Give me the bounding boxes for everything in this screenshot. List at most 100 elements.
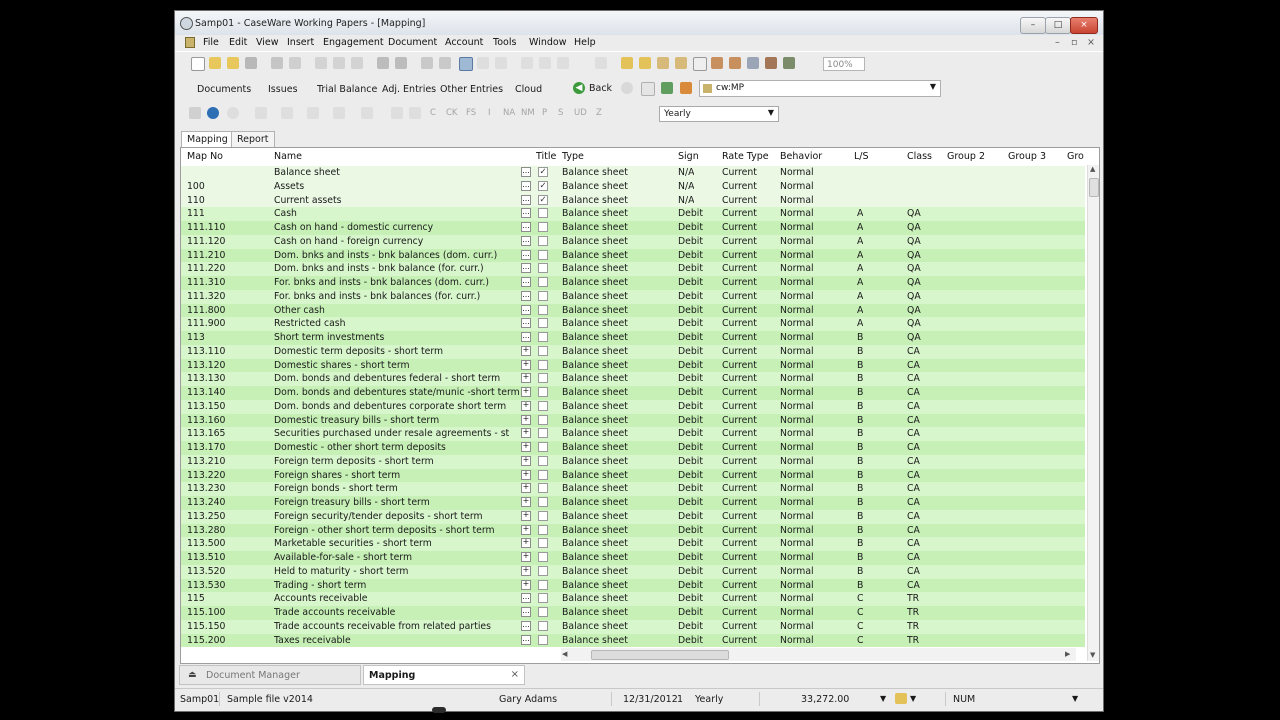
title-checkbox[interactable]: ✓	[538, 167, 548, 177]
column-group-3[interactable]: Group 3	[1008, 151, 1046, 162]
nav-other-entries[interactable]: Other Entries	[440, 84, 503, 95]
table-row[interactable]: 111 Cash Balance sheet Debit Current Normal A Q…	[181, 207, 1085, 221]
document-manager-tab[interactable]: ⏏ Document Manager	[179, 665, 361, 685]
chart-filter-icon[interactable]	[307, 107, 319, 119]
scroll-left-icon[interactable]: ◀	[562, 650, 567, 658]
tickmark-ud[interactable]: UD	[574, 108, 587, 118]
forward-icon[interactable]	[621, 82, 633, 94]
title-checkbox[interactable]	[538, 428, 548, 439]
column-behavior[interactable]: Behavior	[780, 151, 822, 162]
cut-icon[interactable]	[315, 57, 327, 69]
table-row[interactable]: 111.120 Cash on hand - foreign currency Ba…	[181, 234, 1085, 249]
home-icon[interactable]	[680, 82, 692, 94]
column-group-4[interactable]: Gro	[1067, 151, 1084, 162]
ellipsis-button[interactable]: ...	[521, 249, 531, 260]
expand-plus-icon[interactable]: +	[521, 455, 531, 466]
title-checkbox[interactable]	[538, 373, 548, 384]
funnel-icon[interactable]	[255, 107, 267, 119]
note-icon[interactable]	[693, 57, 707, 71]
folder-dropdown-icon[interactable]: ▼	[910, 694, 916, 703]
review-icon[interactable]	[675, 57, 687, 69]
table-filter-icon[interactable]	[281, 107, 293, 119]
table-row[interactable]: 110 Current assets Balance sheet N/A Current…	[181, 193, 1085, 208]
menu-account[interactable]: Account	[445, 37, 483, 48]
title-checkbox[interactable]	[538, 414, 548, 425]
expand-plus-icon[interactable]: +	[521, 400, 531, 411]
copy-icon[interactable]	[333, 57, 345, 69]
grid-icon[interactable]	[765, 57, 777, 69]
new-file-icon[interactable]	[191, 57, 205, 71]
table-row[interactable]: 113.210 Foreign term deposits - short ter…	[181, 454, 1085, 469]
table-row[interactable]: 113 Short term investments Balance sheet De…	[181, 331, 1085, 345]
folder-icon[interactable]	[621, 57, 633, 69]
menu-window[interactable]: Window	[529, 37, 566, 48]
table-row[interactable]: 113.110 Domestic term deposits - short te…	[181, 344, 1085, 359]
title-checkbox[interactable]	[538, 510, 548, 521]
entry-filter-icon[interactable]	[409, 107, 421, 119]
column-type[interactable]: Type	[562, 151, 584, 162]
title-checkbox[interactable]	[538, 222, 548, 232]
table-row[interactable]: 115.150 Trade accounts receivable from re…	[181, 619, 1085, 634]
ellipsis-button[interactable]: ...	[521, 304, 531, 315]
inner-restore-button[interactable]: ▫	[1071, 37, 1077, 48]
table-row[interactable]: 111.800 Other cash Balance sheet Debit Curre…	[181, 303, 1085, 318]
print-icon[interactable]	[271, 57, 283, 69]
title-checkbox[interactable]	[538, 607, 548, 617]
vertical-scrollbar[interactable]: ▲ ▼	[1087, 165, 1099, 661]
horizontal-scroll-thumb[interactable]	[591, 650, 729, 660]
title-checkbox[interactable]	[538, 277, 548, 287]
paste-icon[interactable]	[351, 57, 363, 69]
title-checkbox[interactable]: ✓	[538, 194, 548, 205]
open-recent-icon[interactable]	[227, 57, 239, 69]
expand-plus-icon[interactable]: +	[521, 345, 531, 356]
table-row[interactable]: 113.160 Domestic treasury bills - short t…	[181, 413, 1085, 428]
sync-icon[interactable]	[661, 82, 673, 94]
issues-icon[interactable]	[711, 57, 723, 69]
menu-document[interactable]: Document	[388, 37, 437, 48]
ellipsis-button[interactable]: ...	[521, 318, 531, 329]
nav-trial-balance[interactable]: Trial Balance	[317, 84, 377, 95]
title-checkbox[interactable]	[538, 400, 548, 411]
table-row[interactable]: 113.230 Foreign bonds - short term Balance…	[181, 482, 1085, 496]
ellipsis-button[interactable]: ...	[521, 167, 531, 177]
tickmark-na[interactable]: NA	[503, 108, 515, 118]
title-checkbox[interactable]	[538, 442, 548, 452]
tickmark-nm[interactable]: NM	[521, 108, 535, 118]
tickmark-s[interactable]: S	[558, 108, 563, 118]
nav-adj-entries[interactable]: Adj. Entries	[382, 84, 436, 95]
expand-plus-icon[interactable]: +	[521, 579, 531, 590]
inner-minimize-button[interactable]: –	[1055, 37, 1060, 48]
table-row[interactable]: 113.150 Dom. bonds and debentures corpora…	[181, 399, 1085, 414]
expand-plus-icon[interactable]: +	[521, 497, 531, 507]
expand-plus-icon[interactable]: +	[521, 414, 531, 425]
ellipsis-button[interactable]: ...	[521, 290, 531, 301]
link-icon[interactable]	[495, 57, 507, 69]
table-row[interactable]: 113.120 Domestic shares - short term Balan…	[181, 358, 1085, 373]
table-row[interactable]: 113.170 Domestic - other short term depos…	[181, 441, 1085, 455]
pen-filter-icon[interactable]	[391, 107, 403, 119]
tickmark-fs[interactable]: FS	[466, 108, 476, 118]
undo-icon[interactable]	[521, 57, 533, 69]
dropdown-arrow-icon[interactable]: ▼	[768, 108, 774, 117]
refresh-icon[interactable]	[557, 57, 569, 69]
table-row[interactable]: 115 Accounts receivable Balance sheet Debit…	[181, 592, 1085, 606]
close-button[interactable]: ×	[1070, 17, 1098, 34]
scroll-up-icon[interactable]: ▲	[1090, 165, 1095, 173]
ellipsis-button[interactable]: ...	[521, 180, 531, 191]
title-checkbox[interactable]	[538, 235, 548, 246]
title-checkbox[interactable]	[538, 620, 548, 631]
menu-tools[interactable]: Tools	[493, 37, 516, 48]
ellipsis-button[interactable]: ...	[521, 208, 531, 219]
title-checkbox[interactable]	[538, 263, 548, 274]
expand-plus-icon[interactable]: +	[521, 483, 531, 494]
expand-plus-icon[interactable]: +	[521, 359, 531, 370]
tickmark-p[interactable]: P	[542, 108, 547, 118]
vertical-scroll-thumb[interactable]	[1089, 178, 1099, 197]
title-checkbox[interactable]	[538, 579, 548, 590]
tools-icon[interactable]	[747, 57, 759, 69]
title-checkbox[interactable]	[538, 359, 548, 370]
close-tab-icon[interactable]: ×	[511, 669, 519, 680]
table-row[interactable]: 113.530 Trading - short term Balance sheet…	[181, 578, 1085, 593]
title-checkbox[interactable]	[538, 634, 548, 645]
title-checkbox[interactable]: ✓	[538, 180, 548, 191]
